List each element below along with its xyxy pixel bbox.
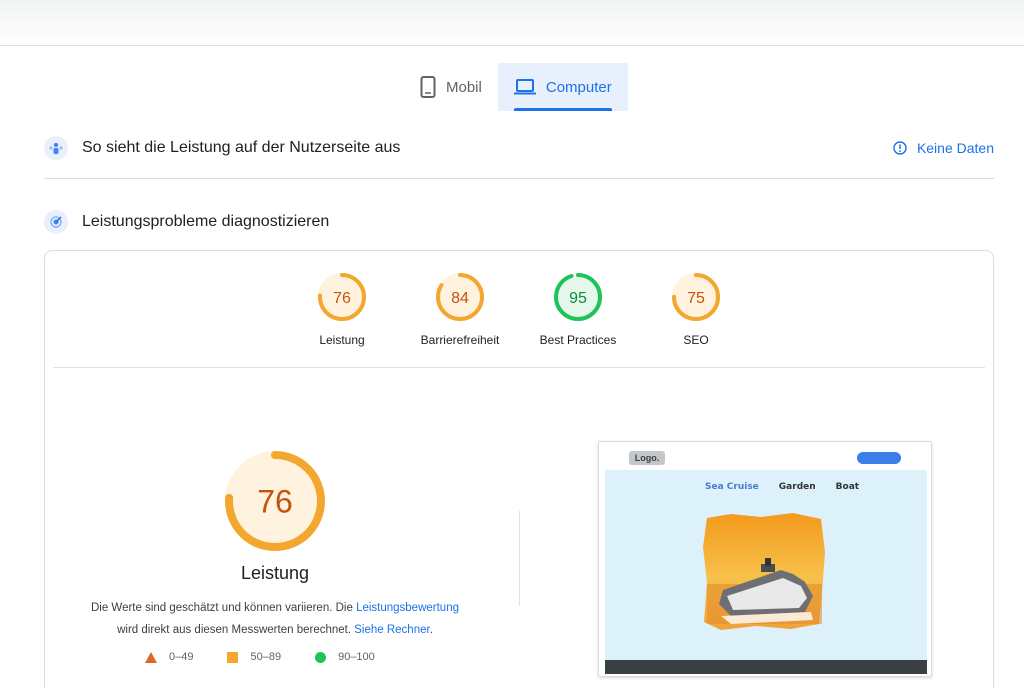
legend-pass-range: 90–100 — [338, 651, 375, 663]
description-text-1: Die Werte sind geschätzt und können vari… — [90, 602, 357, 614]
triangle-icon — [145, 651, 157, 663]
legend-fail: 0–49 — [145, 651, 193, 663]
no-data-link[interactable]: Keine Daten — [893, 140, 994, 156]
circle-icon — [315, 651, 327, 663]
laptop-icon — [513, 79, 536, 95]
preview-header: Logo. — [599, 442, 931, 470]
browser-top-bar — [0, 0, 1024, 46]
device-tabs: Mobil Computer — [404, 63, 628, 111]
score-gauge-ring: 75 — [672, 273, 720, 321]
score-gauge-best-practices[interactable]: 95 Best Practices — [533, 273, 623, 347]
preview-nav-item: Sea Cruise — [705, 482, 759, 492]
legend-pass: 90–100 — [315, 651, 375, 663]
card-divider — [53, 367, 985, 368]
performance-score-gauge: 76 — [225, 451, 325, 551]
preview-footer — [605, 660, 927, 674]
lab-section-title: Leistungsprobleme diagnostizieren — [82, 213, 330, 230]
preview-hero: Sea Cruise Garden Boat — [605, 470, 927, 660]
diagnostics-icon — [44, 210, 68, 234]
score-gauges: 76 Leistung 84 Barrierefreiheit 95 Best Pract… — [45, 273, 993, 347]
field-data-header: So sieht die Leistung auf der Nutzerseit… — [44, 136, 994, 160]
score-gauge-ring: 76 — [318, 273, 366, 321]
score-gauge-label: Best Practices — [539, 333, 617, 347]
gauge-value: 84 — [451, 290, 469, 307]
preview-header-button — [857, 452, 901, 464]
gauge-value: 75 — [687, 290, 705, 307]
score-gauge-label: SEO — [683, 333, 709, 347]
column-divider — [519, 511, 520, 606]
lab-data-header: Leistungsprobleme diagnostizieren — [44, 210, 994, 234]
preview-nav-item: Garden — [778, 482, 816, 492]
preview-nav: Sea Cruise Garden Boat — [705, 482, 859, 492]
smartphone-icon — [420, 76, 436, 98]
score-gauge-label: Leistung — [319, 333, 365, 347]
users-icon — [44, 136, 68, 160]
report-card: 76 Leistung 84 Barrierefreiheit 95 Best Pract… — [44, 250, 994, 688]
score-gauge-seo[interactable]: 75 SEO — [651, 273, 741, 347]
tab-computer[interactable]: Computer — [497, 63, 628, 111]
score-description: Die Werte sind geschätzt und können vari… — [75, 597, 475, 641]
performance-title: Leistung — [240, 563, 310, 583]
performance-score-ring: 76 — [225, 451, 325, 551]
score-gauge-barrierefreiheit[interactable]: 84 Barrierefreiheit — [415, 273, 505, 347]
gauge-value: 76 — [333, 290, 351, 307]
info-icon — [893, 141, 907, 155]
calculator-link[interactable]: Siehe Rechner — [354, 624, 429, 636]
gauge-value: 95 — [569, 290, 587, 307]
preview-logo: Logo. — [629, 451, 665, 465]
preview-nav-item: Boat — [835, 482, 860, 492]
score-gauge-ring: 84 — [436, 273, 484, 321]
gauge-value: 76 — [257, 484, 293, 520]
score-gauge-leistung[interactable]: 76 Leistung — [297, 273, 387, 347]
legend-average: 50–89 — [227, 651, 281, 663]
score-legend: 0–49 50–89 90–100 — [145, 651, 375, 663]
description-text-3: . — [429, 624, 433, 636]
description-text-2: wird direkt aus diesen Messwerten berech… — [117, 624, 355, 636]
scoring-link[interactable]: Leistungsbewertung — [356, 602, 459, 614]
score-gauge-label: Barrierefreiheit — [420, 333, 500, 347]
legend-fail-range: 0–49 — [169, 651, 194, 663]
cruise-ship-image — [703, 513, 825, 630]
tab-computer-label: Computer — [545, 78, 612, 96]
page-screenshot-preview[interactable]: Logo. Sea Cruise Garden Boat — [598, 441, 932, 677]
tab-mobile-label: Mobil — [446, 78, 482, 96]
section-divider — [44, 178, 994, 179]
square-icon — [227, 651, 239, 663]
legend-average-range: 50–89 — [250, 651, 282, 663]
tab-mobile[interactable]: Mobil — [404, 63, 498, 111]
no-data-label: Keine Daten — [916, 140, 994, 156]
field-section-title: So sieht die Leistung auf der Nutzerseit… — [82, 139, 401, 156]
score-gauge-ring: 95 — [554, 273, 602, 321]
